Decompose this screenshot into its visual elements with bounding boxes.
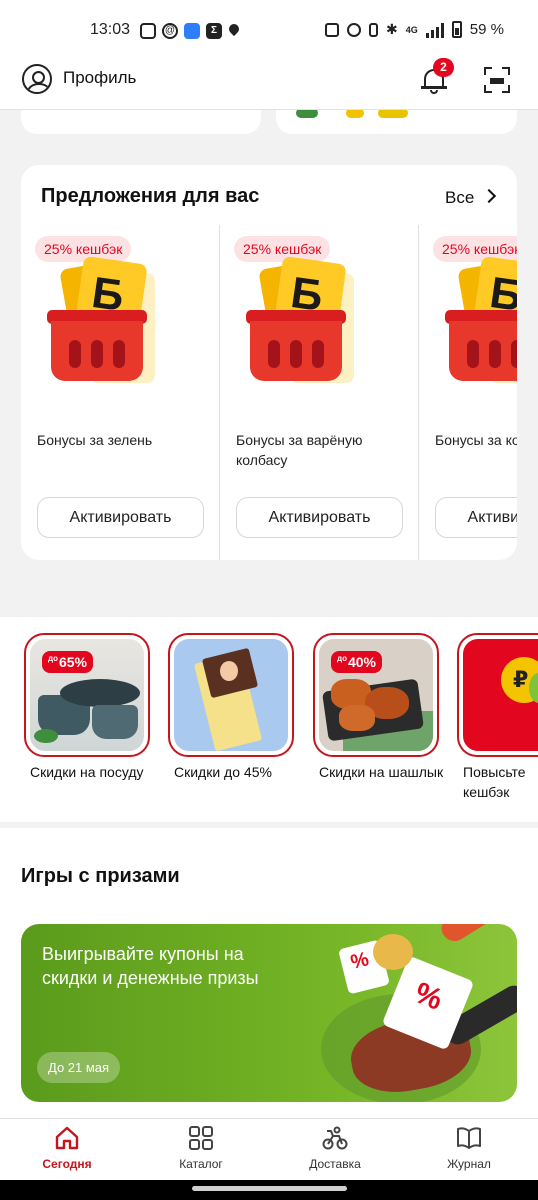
basket-bonus-icon: Б	[47, 255, 175, 386]
at-icon: @	[162, 23, 178, 39]
nav-item-catalog[interactable]: Каталог	[134, 1119, 268, 1181]
instagram-icon	[140, 23, 156, 39]
bottom-navigation: Сегодня Каталог Доставка Журнал	[0, 1118, 538, 1180]
offer-name: Бонусы за зелень	[37, 432, 153, 448]
book-icon	[457, 1127, 481, 1149]
battery-level: 59 %	[469, 21, 504, 38]
home-indicator[interactable]	[192, 1186, 347, 1191]
vibrate-icon	[369, 22, 379, 37]
offer-name: Бонусы за консервированные	[435, 432, 517, 448]
nav-item-delivery[interactable]: Доставка	[268, 1119, 402, 1181]
offer-card[interactable]: 25% кешбэк Б Бонусы за зелень Активирова…	[21, 225, 220, 560]
promo-label: Скидки на шашлык	[319, 764, 444, 780]
discount-badge: до65%	[42, 651, 93, 673]
offers-section: Предложения для вас Все 25% кешбэк Б Бон…	[21, 165, 517, 560]
activate-button[interactable]: Активировать	[236, 497, 403, 538]
promo-label: Повысьте кешбэк	[463, 764, 526, 800]
banner-text: Выигрывайте купоны на скидки и денежные …	[42, 944, 259, 988]
profile-label[interactable]: Профиль	[63, 68, 136, 88]
offer-card[interactable]: 25% кешбэк Б Бонусы за варёную колбасу А…	[220, 225, 419, 560]
shashlik-image: до40%	[319, 639, 433, 751]
nav-label: Сегодня	[42, 1157, 92, 1171]
ruble-icon: ₽	[513, 667, 529, 692]
scan-icon[interactable]	[484, 67, 510, 93]
games-banner[interactable]: Выигрывайте купоны на скидки и денежные …	[21, 924, 517, 1102]
network-type: 4G	[405, 24, 418, 35]
alarm-icon	[347, 22, 362, 37]
cloud-icon	[184, 23, 200, 39]
notification-badge: 2	[433, 58, 454, 77]
offers-title: Предложения для вас	[41, 185, 260, 207]
chevron-right-icon[interactable]	[481, 188, 497, 204]
basket-bonus-icon: Б	[445, 255, 517, 386]
sigma-icon: Σ	[206, 23, 222, 39]
app-header: Профиль	[0, 48, 538, 110]
location-icon	[228, 23, 240, 39]
signal-icon	[425, 22, 444, 38]
profile-icon[interactable]	[22, 64, 52, 94]
offer-name: Бонусы за варёную колбасу	[236, 432, 363, 468]
date-badge: До 21 мая	[37, 1052, 121, 1083]
basket-bonus-icon: Б	[246, 255, 374, 386]
delivery-bike-icon	[322, 1126, 348, 1150]
catalog-grid-icon	[189, 1126, 213, 1150]
cashback-coin-image: ₽	[463, 639, 538, 751]
see-all-link[interactable]: Все	[445, 188, 474, 208]
discount-badge: до40%	[331, 651, 382, 673]
nfc-icon	[325, 22, 340, 37]
bluetooth-icon: ✱	[386, 21, 398, 37]
nav-item-journal[interactable]: Журнал	[402, 1119, 536, 1181]
nav-label: Журнал	[447, 1157, 491, 1171]
nav-label: Каталог	[179, 1157, 223, 1171]
battery-icon	[451, 21, 462, 38]
promo-label: Скидки на посуду	[30, 764, 144, 780]
promo-label: Скидки до 45%	[174, 764, 272, 780]
status-bar: 13:03 @ Σ ✱ 4G 59 %	[0, 0, 538, 48]
status-time: 13:03	[90, 21, 131, 38]
chocolate-image	[174, 639, 288, 751]
activate-button[interactable]: Активировать	[435, 497, 517, 538]
games-title: Игры с призами	[21, 865, 180, 887]
cookware-image: до65%	[30, 639, 144, 751]
home-icon	[55, 1126, 79, 1150]
nav-label: Доставка	[309, 1157, 361, 1171]
activate-button[interactable]: Активировать	[37, 497, 204, 538]
offer-card[interactable]: 25% кешбэк Б Бонусы за консервированные …	[419, 225, 517, 560]
nav-item-today[interactable]: Сегодня	[0, 1119, 134, 1181]
status-left-icons: @ Σ	[140, 23, 240, 39]
status-right-icons: ✱ 4G 59 %	[325, 21, 504, 38]
